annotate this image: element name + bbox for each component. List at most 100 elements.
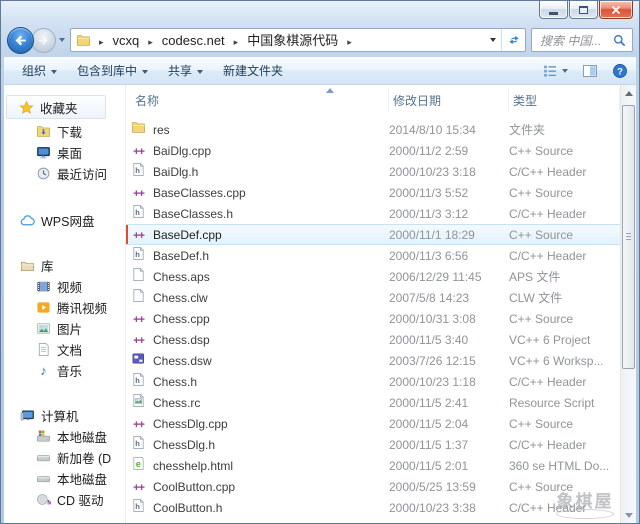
back-arrow-icon: [13, 33, 28, 48]
svg-text:h: h: [135, 501, 140, 510]
sidebar-item[interactable]: 文档: [4, 339, 125, 360]
search-box[interactable]: 搜索 中国...: [531, 28, 633, 52]
svg-text:e: e: [136, 459, 141, 469]
file-row[interactable]: hChess.h2000/10/23 1:18C/C++ Header: [126, 371, 620, 392]
file-type: C/C++ Header: [509, 438, 620, 452]
folder-icon: [131, 120, 146, 135]
breadcrumb-chevron-icon[interactable]: ▸: [339, 37, 360, 47]
help-button[interactable]: ?: [612, 63, 628, 79]
command-bar: 组织 包含到库中共享新建文件夹 ?: [4, 57, 636, 85]
sidebar-item[interactable]: 最近访问: [4, 163, 125, 184]
vertical-scrollbar[interactable]: [620, 85, 636, 523]
breadcrumb-chevron-icon[interactable]: ▸: [226, 37, 247, 47]
breadcrumb-segment[interactable]: codesc.net: [161, 33, 226, 48]
breadcrumb-segment[interactable]: 中国象棋源代码: [246, 33, 339, 48]
minimize-icon: [549, 12, 558, 15]
file-row[interactable]: ++Chess.dsp2000/11/5 3:40VC++ 6 Project: [126, 329, 620, 350]
sidebar-item[interactable]: 下载: [4, 121, 125, 142]
sidebar-item[interactable]: 收藏夹: [6, 95, 106, 119]
breadcrumb-chevron-icon[interactable]: ▸: [140, 37, 161, 47]
sidebar-item[interactable]: 视频: [4, 276, 125, 297]
sidebar-item[interactable]: 图片: [4, 318, 125, 339]
preview-pane-button[interactable]: [582, 63, 598, 79]
sidebar-item[interactable]: 新加卷 (D: [4, 447, 125, 468]
sidebar-item[interactable]: 计算机: [4, 405, 125, 426]
maximize-button[interactable]: [569, 1, 598, 19]
sidebar-item[interactable]: 桌面: [4, 142, 125, 163]
titlebar[interactable]: [1, 1, 639, 23]
cpp-icon: ++: [131, 418, 146, 433]
address-dropdown-button[interactable]: [484, 29, 501, 51]
close-button[interactable]: [599, 1, 633, 19]
file-row[interactable]: hChessDlg.h2000/11/5 1:37C/C++ Header: [126, 434, 620, 455]
file-row[interactable]: hBaseDef.h2000/11/3 6:56C/C++ Header: [126, 245, 620, 266]
file-row[interactable]: ++Chess.cpp2000/10/31 3:08C++ Source: [126, 308, 620, 329]
column-header[interactable]: 类型: [509, 89, 620, 111]
sidebar-item[interactable]: 腾讯视频: [4, 297, 125, 318]
file-row[interactable]: Chess.dsw2003/7/26 12:15VC++ 6 Worksp...: [126, 350, 620, 371]
breadcrumb-segment[interactable]: vcxq: [112, 33, 141, 48]
toolbar-item[interactable]: 共享: [158, 58, 213, 83]
sidebar-item-label: 库: [41, 256, 54, 275]
file-name: BaseDef.h: [153, 249, 389, 263]
breadcrumb-chevron-icon[interactable]: ▸: [91, 37, 112, 47]
music-icon: ♪: [36, 363, 51, 378]
forward-button[interactable]: [31, 28, 56, 53]
minimize-button[interactable]: [539, 1, 568, 19]
sidebar-item[interactable]: 本地磁盘: [4, 468, 125, 489]
refresh-button[interactable]: [501, 29, 525, 51]
file-row[interactable]: hBaiDlg.h2000/10/23 3:18C/C++ Header: [126, 161, 620, 182]
triangle-up-icon: [625, 91, 633, 96]
sidebar-item[interactable]: 本地磁盘: [4, 426, 125, 447]
star-icon: [19, 100, 34, 115]
file-date-modified: 2000/11/3 5:52: [389, 186, 509, 200]
back-button[interactable]: [7, 27, 34, 54]
file-row[interactable]: hCoolButton.h2000/10/23 3:38C/C++ Header: [126, 497, 620, 518]
file-row[interactable]: ++BaseClasses.cpp2000/11/3 5:52C++ Sourc…: [126, 182, 620, 203]
sidebar-item[interactable]: 库: [4, 255, 125, 276]
file-row[interactable]: Chess.rc2000/11/5 2:41Resource Script: [126, 392, 620, 413]
change-view-button[interactable]: [542, 63, 568, 79]
sidebar-item-label: 视频: [57, 277, 82, 296]
column-headers: 名称修改日期类型: [126, 85, 620, 115]
toolbar-item[interactable]: 新建文件夹: [213, 58, 293, 83]
pictures-icon: [36, 321, 51, 336]
sort-ascending-icon: [326, 88, 334, 93]
file-row[interactable]: Chess.aps2006/12/29 11:45APS 文件: [126, 266, 620, 287]
file-row[interactable]: ++BaiDlg.cpp2000/11/2 2:59C++ Source: [126, 140, 620, 161]
file-row[interactable]: ++ChessDlg.cpp2000/11/5 2:04C++ Source: [126, 413, 620, 434]
recent-pages-dropdown[interactable]: [59, 38, 65, 42]
address-bar[interactable]: ▸vcxq▸codesc.net▸中国象棋源代码▸: [70, 28, 526, 52]
toolbar-item-label: 组织: [22, 62, 46, 79]
file-icon-cell: ++: [131, 331, 153, 349]
search-icon[interactable]: [612, 33, 627, 48]
column-header[interactable]: 名称: [131, 89, 389, 111]
column-header[interactable]: 修改日期: [389, 89, 509, 111]
file-type: C++ Source: [509, 312, 620, 326]
cpp-icon: ++: [131, 334, 146, 349]
file-row[interactable]: ++CoolButton.cpp2000/5/25 13:59C++ Sourc…: [126, 476, 620, 497]
sidebar-item-label: WPS网盘: [41, 211, 94, 230]
file-name: Chess.aps: [153, 270, 389, 284]
file-row[interactable]: echesshelp.html2000/11/5 2:01360 se HTML…: [126, 455, 620, 476]
disk-icon: [36, 450, 51, 465]
sidebar-item[interactable]: WPS网盘: [4, 210, 125, 231]
scrollbar-thumb[interactable]: [622, 105, 635, 369]
file-icon-cell: [131, 393, 153, 413]
toolbar-item[interactable]: 组织: [12, 58, 67, 83]
file-name: BaseClasses.cpp: [153, 186, 389, 200]
file-row[interactable]: Chess.clw2007/5/8 14:23CLW 文件: [126, 287, 620, 308]
svg-text:M: M: [47, 500, 51, 507]
sidebar-item[interactable]: MCD 驱动: [4, 489, 125, 510]
file-row[interactable]: ++BaseDef.cpp2000/11/1 18:29C++ Source: [126, 224, 620, 245]
file-list: 名称修改日期类型 res2014/8/10 15:34文件夹++BaiDlg.c…: [126, 85, 620, 523]
file-row[interactable]: hBaseClasses.h2000/11/3 3:12C/C++ Header: [126, 203, 620, 224]
sidebar-item[interactable]: ♪音乐: [4, 360, 125, 381]
scroll-up-button[interactable]: [621, 85, 636, 101]
svg-text:h: h: [135, 438, 140, 447]
file-row[interactable]: res2014/8/10 15:34文件夹: [126, 119, 620, 140]
chevron-down-icon: [59, 38, 65, 42]
file-icon-cell: h: [131, 498, 153, 518]
toolbar-item[interactable]: 包含到库中: [67, 58, 158, 83]
scroll-down-button[interactable]: [621, 507, 636, 523]
